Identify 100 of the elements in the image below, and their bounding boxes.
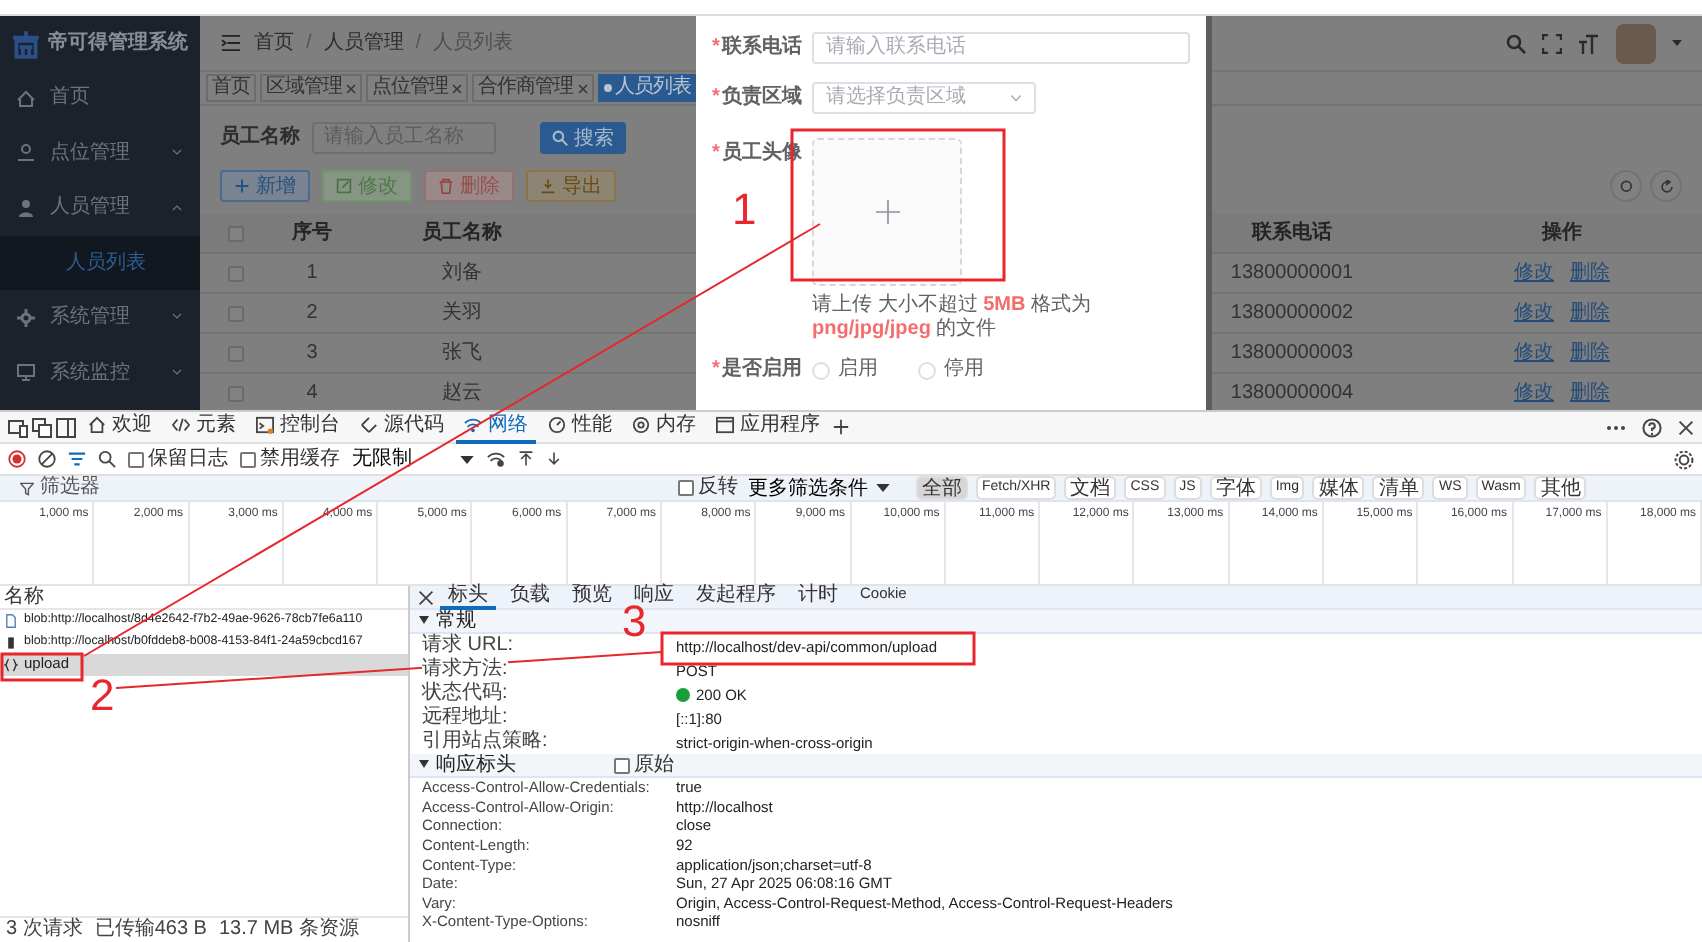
radio-button[interactable] (812, 361, 830, 379)
column-header: 操作 (1422, 214, 1702, 254)
close-icon[interactable] (418, 589, 434, 605)
trash-icon (438, 178, 454, 194)
header-name: 状态代码: (422, 682, 508, 706)
checkbox[interactable] (128, 451, 144, 467)
radio-label: 停用 (944, 356, 984, 384)
plus-icon[interactable] (832, 418, 850, 436)
devtools-tab[interactable]: 内存 (624, 411, 704, 443)
filter-chip[interactable]: 媒体 (1312, 476, 1365, 500)
clear-icon[interactable] (38, 450, 56, 468)
triangle-down-icon[interactable] (418, 616, 430, 626)
caret-down-icon[interactable] (1672, 40, 1682, 46)
logo-icon (10, 27, 42, 59)
code-icon (172, 416, 190, 434)
devtools-tab[interactable]: 控制台 (248, 411, 348, 443)
filter-chip[interactable]: 字体 (1209, 476, 1262, 500)
devtools-tab[interactable]: 应用程序 (708, 411, 828, 443)
filter-icon[interactable] (68, 450, 86, 468)
section-title[interactable]: 常规 (436, 609, 476, 633)
section-title[interactable]: 响应标头 (436, 753, 516, 777)
annotation-number: 2 (90, 670, 115, 720)
filter-chip[interactable]: 清单 (1372, 476, 1425, 500)
braces-icon (4, 658, 18, 672)
search-button[interactable]: 搜索 (540, 122, 626, 154)
person-icon (16, 197, 36, 218)
filter-field[interactable]: 筛选器 (8, 476, 668, 500)
download-icon[interactable] (546, 450, 562, 468)
status-text: 已传输463 B (94, 918, 207, 942)
checkbox-label: 原始 (634, 753, 674, 777)
table-cell: 刘备 (352, 254, 572, 294)
monitor-icon (16, 362, 36, 383)
document-icon (4, 614, 18, 628)
checkbox[interactable] (228, 305, 244, 321)
status-text: 13.7 MB 条资源 (218, 918, 360, 942)
table-cell: 关羽 (352, 294, 572, 334)
download-icon (540, 178, 556, 194)
upload-icon[interactable] (518, 450, 534, 468)
search-toggle-button[interactable] (1610, 170, 1642, 202)
more-icon[interactable] (1606, 423, 1626, 431)
devtools-tab[interactable]: 源代码 (352, 411, 452, 443)
checkbox[interactable] (228, 345, 244, 361)
filter-dropdown[interactable]: 更多筛选条件 (748, 477, 890, 499)
filter-chip[interactable]: 文档 (1064, 476, 1117, 500)
field-label: 是否启用 (721, 354, 802, 384)
devtools-tab[interactable]: 网络 (456, 411, 536, 443)
checkbox[interactable] (678, 480, 694, 496)
checkbox-label: 禁用缓存 (260, 447, 340, 471)
filter-chip[interactable]: 其他 (1534, 476, 1587, 500)
triangle-down-icon[interactable] (418, 760, 430, 770)
record-icon[interactable] (8, 450, 26, 468)
devtools-tab[interactable]: 性能 (540, 411, 620, 443)
checkbox-label: 保留日志 (148, 447, 228, 471)
detail-tab[interactable]: 发起程序 (688, 585, 784, 609)
home-icon (88, 416, 106, 434)
table-cell: 张飞 (352, 334, 572, 374)
status-text: 3 次请求 (6, 918, 83, 942)
required-mark: * (712, 140, 720, 168)
annotation-box (0, 652, 84, 682)
menu-icon[interactable] (220, 34, 242, 52)
filter-chip[interactable]: 全部 (916, 476, 968, 500)
throttling-dropdown[interactable]: 无限制 (352, 448, 474, 470)
table-cell: 1 (272, 254, 352, 294)
window-icon (716, 416, 734, 434)
checkbox[interactable] (228, 225, 244, 241)
copy-icon[interactable] (32, 417, 52, 437)
font-size-icon[interactable] (1578, 33, 1600, 53)
detail-tab[interactable]: 计时 (790, 585, 846, 609)
network-conditions-icon[interactable] (486, 450, 506, 468)
help-icon[interactable] (1642, 417, 1662, 437)
annotation-number: 1 (732, 184, 757, 234)
location-icon (16, 142, 36, 163)
checkbox[interactable] (228, 385, 244, 401)
required-mark: * (712, 84, 720, 112)
checkbox[interactable] (614, 757, 630, 773)
device-icon[interactable] (8, 417, 28, 437)
image-icon (4, 636, 18, 650)
caret-down-icon (460, 455, 474, 463)
table-cell: 2 (272, 294, 352, 334)
app-title: 帝可得管理系统 (48, 31, 188, 55)
radio-button[interactable] (918, 361, 936, 379)
required-mark: * (712, 356, 720, 384)
breadcrumb-separator: / (306, 31, 312, 55)
checkbox[interactable] (228, 265, 244, 281)
devtools-tab[interactable]: 元素 (164, 411, 244, 443)
checkbox[interactable] (240, 451, 256, 467)
close-icon[interactable] (1678, 419, 1694, 435)
devtools-tab[interactable]: 欢迎 (80, 411, 160, 443)
column-header: 序号 (272, 214, 352, 254)
fullscreen-icon[interactable] (1542, 33, 1562, 53)
settings-icon[interactable] (1674, 449, 1694, 469)
header-name: 请求 URL: (422, 634, 514, 658)
detail-tab[interactable]: 预览 (564, 585, 620, 609)
detail-tab[interactable]: 负载 (502, 585, 558, 609)
dock-icon[interactable] (56, 417, 76, 437)
refresh-button[interactable] (1650, 170, 1682, 202)
edit-icon (336, 178, 352, 194)
column-header: 员工名称 (352, 214, 572, 254)
caret-down-icon (876, 484, 890, 492)
radio-label: 启用 (838, 355, 878, 384)
